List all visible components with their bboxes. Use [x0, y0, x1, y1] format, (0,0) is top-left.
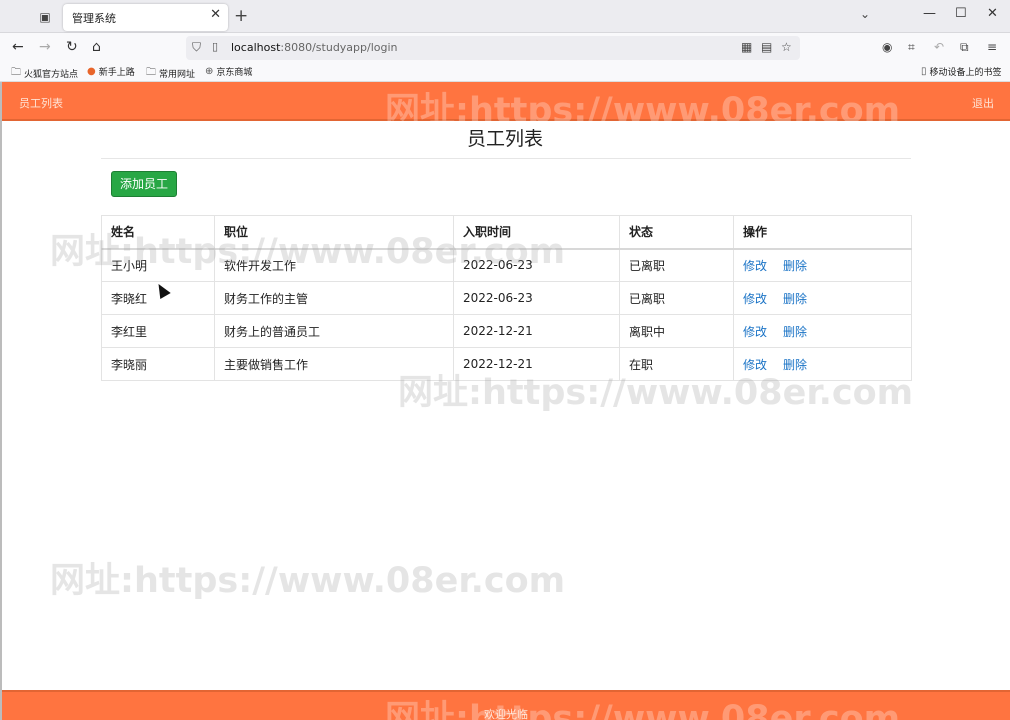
- cell-date: 2022-12-21: [453, 314, 620, 348]
- cell-name: 李晓丽: [101, 347, 215, 381]
- mobile-bookmarks[interactable]: ▯ 移动设备上的书签: [921, 65, 1002, 78]
- table-row: 李晓红 财务工作的主管 2022-06-23 已离职 修改 删除: [101, 281, 912, 315]
- bookmarks-bar: 🗀 火狐官方站点 ● 新手上路 🗀 常用网址 ⊕ 京东商城 ▯ 移动设备上的书签: [0, 62, 1010, 82]
- app-footer: 欢迎光临: [2, 690, 1010, 720]
- window-border: [0, 82, 2, 720]
- folder-icon: 🗀: [146, 67, 156, 78]
- menu-icon[interactable]: ≡: [987, 40, 997, 54]
- bookmark-item[interactable]: 🗀 常用网址: [146, 65, 195, 82]
- cell-position: 财务工作的主管: [214, 281, 454, 315]
- add-employee-button[interactable]: 添加员工: [111, 171, 177, 197]
- cell-status: 已离职: [619, 281, 734, 315]
- cell-date: 2022-12-21: [453, 347, 620, 381]
- header-title-link[interactable]: 员工列表: [19, 95, 63, 111]
- delete-link[interactable]: 删除: [783, 292, 807, 306]
- delete-link[interactable]: 删除: [783, 259, 807, 273]
- cell-actions: 修改 删除: [733, 314, 912, 348]
- cell-status: 在职: [619, 347, 734, 381]
- new-tab-icon[interactable]: +: [234, 6, 248, 26]
- column-header-status: 状态: [619, 215, 734, 250]
- column-header-position: 职位: [214, 215, 454, 250]
- edit-link[interactable]: 修改: [743, 292, 767, 306]
- minimize-icon[interactable]: —: [923, 6, 936, 21]
- url-bar[interactable]: ⛉ ▯ localhost:8080/studyapp/login ▦ ▤ ☆: [186, 36, 800, 60]
- page-info-icon[interactable]: ▯: [212, 40, 218, 53]
- mobile-device-icon: ▯: [921, 66, 927, 77]
- bookmark-item[interactable]: 🗀 火狐官方站点: [11, 65, 78, 82]
- table-header-row: 姓名 职位 入职时间 状态 操作: [101, 215, 912, 250]
- close-tab-icon[interactable]: ✕: [210, 7, 221, 22]
- cell-date: 2022-06-23: [453, 281, 620, 315]
- forward-icon[interactable]: →: [39, 39, 51, 55]
- bookmark-label: 火狐官方站点: [24, 70, 79, 80]
- cell-position: 财务上的普通员工: [214, 314, 454, 348]
- folder-icon: 🗀: [11, 67, 21, 78]
- extensions-icon[interactable]: ⧉: [960, 40, 969, 55]
- shield-icon[interactable]: ⛉: [192, 40, 201, 55]
- bookmark-label: 常用网址: [159, 70, 196, 80]
- page-title: 员工列表: [466, 128, 543, 150]
- cell-actions: 修改 删除: [733, 347, 912, 381]
- bookmark-star-icon[interactable]: ☆: [781, 40, 792, 54]
- column-header-name: 姓名: [101, 215, 215, 250]
- home-icon[interactable]: ⌂: [92, 39, 101, 55]
- column-header-actions: 操作: [733, 215, 912, 250]
- column-header-date: 入职时间: [453, 215, 620, 250]
- undo-icon[interactable]: ↶: [934, 40, 944, 54]
- delete-link[interactable]: 删除: [783, 325, 807, 339]
- cell-name: 李红里: [101, 314, 215, 348]
- edit-link[interactable]: 修改: [743, 358, 767, 372]
- table-row: 李红里 财务上的普通员工 2022-12-21 离职中 修改 删除: [101, 314, 912, 348]
- cell-position: 主要做销售工作: [214, 347, 454, 381]
- delete-link[interactable]: 删除: [783, 358, 807, 372]
- table-row: 王小明 软件开发工作 2022-06-23 已离职 修改 删除: [101, 248, 912, 282]
- edit-link[interactable]: 修改: [743, 259, 767, 273]
- cell-actions: 修改 删除: [733, 281, 912, 315]
- bookmark-label: 京东商城: [216, 68, 253, 78]
- screenshot-icon[interactable]: ⌗: [908, 40, 915, 55]
- firefox-icon: ●: [87, 66, 96, 77]
- logout-link[interactable]: 退出: [972, 95, 994, 111]
- url-host: localhost: [231, 41, 281, 54]
- employee-table: 姓名 职位 入职时间 状态 操作 王小明 软件开发工作 2022-06-23 已…: [101, 215, 912, 381]
- qr-code-icon[interactable]: ▦: [741, 40, 752, 54]
- app-header: 员工列表 退出: [2, 82, 1010, 121]
- browser-tabbar: ▣ 管理系统 ✕ + ⌄ — ☐ ✕: [0, 0, 1010, 33]
- mobile-bookmarks-label: 移动设备上的书签: [929, 68, 1002, 78]
- tab-list-icon[interactable]: ▣: [35, 7, 55, 27]
- maximize-icon[interactable]: ☐: [955, 6, 967, 21]
- bookmark-item[interactable]: ⊕ 京东商城: [205, 65, 252, 78]
- window-close-icon[interactable]: ✕: [987, 6, 998, 21]
- cell-position: 软件开发工作: [214, 248, 454, 282]
- bookmark-label: 新手上路: [98, 68, 135, 78]
- tab-title: 管理系统: [72, 12, 116, 25]
- cell-status: 离职中: [619, 314, 734, 348]
- divider: [101, 158, 911, 159]
- browser-navbar: ← → ↻ ⌂ ⛉ ▯ localhost:8080/studyapp/logi…: [0, 33, 1010, 62]
- browser-tab[interactable]: 管理系统 ✕: [63, 4, 228, 31]
- watermark: 网址:https://www.08er.com: [50, 561, 566, 601]
- cell-actions: 修改 删除: [733, 248, 912, 282]
- table-row: 李晓丽 主要做销售工作 2022-12-21 在职 修改 删除: [101, 347, 912, 381]
- cell-status: 已离职: [619, 248, 734, 282]
- back-icon[interactable]: ←: [12, 39, 24, 55]
- footer-text: 欢迎光临: [484, 708, 528, 720]
- url-path: :8080/studyapp/login: [280, 41, 398, 54]
- edit-link[interactable]: 修改: [743, 325, 767, 339]
- globe-icon: ⊕: [205, 66, 214, 77]
- bookmark-item[interactable]: ● 新手上路: [87, 65, 135, 78]
- cell-date: 2022-06-23: [453, 248, 620, 282]
- reader-view-icon[interactable]: ▤: [761, 40, 772, 54]
- cell-name: 王小明: [101, 248, 215, 282]
- account-icon[interactable]: ◉: [882, 40, 892, 54]
- url-text[interactable]: localhost:8080/studyapp/login: [231, 41, 398, 54]
- reload-icon[interactable]: ↻: [66, 39, 78, 55]
- chevron-down-icon[interactable]: ⌄: [860, 7, 870, 21]
